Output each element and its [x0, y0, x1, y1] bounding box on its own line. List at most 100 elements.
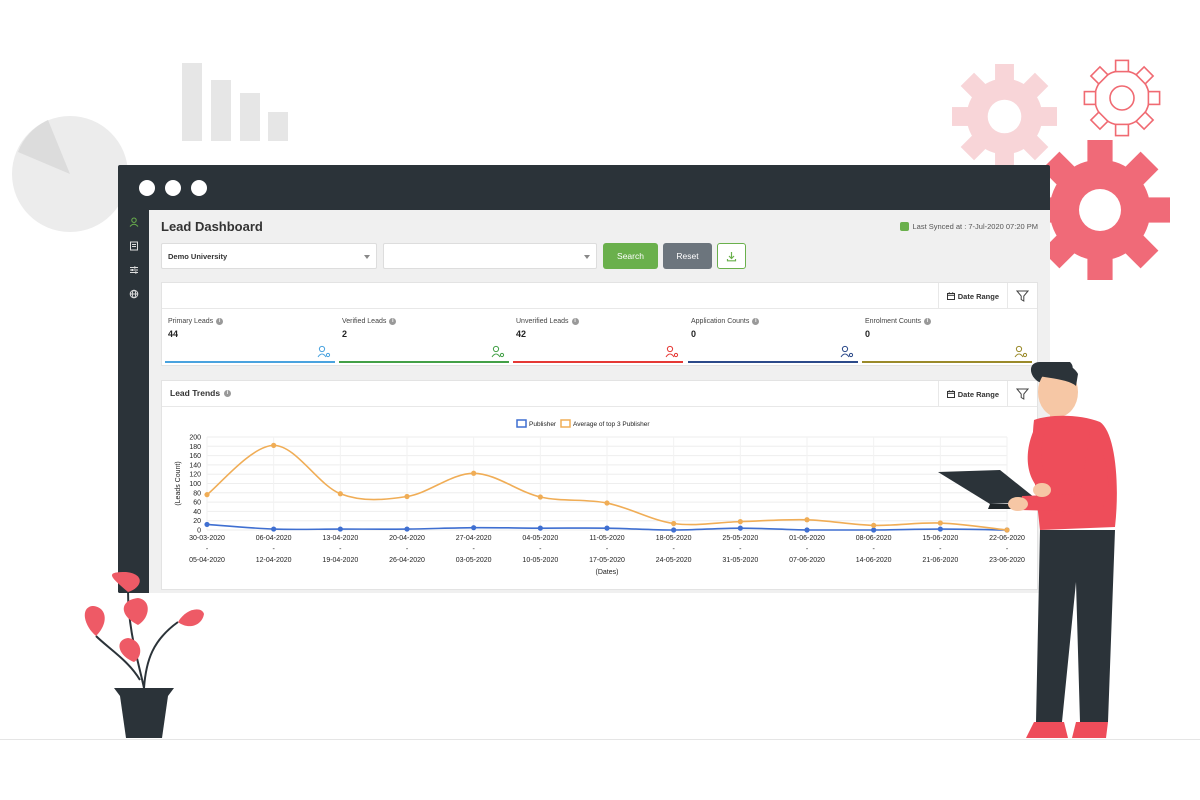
- download-button[interactable]: [717, 243, 746, 269]
- x-tick-label: 01-06-2020: [789, 535, 825, 542]
- info-icon[interactable]: i: [389, 318, 397, 325]
- info-icon[interactable]: i: [216, 318, 224, 325]
- x-tick-label: 03-05-2020: [456, 557, 492, 564]
- data-point: [737, 525, 743, 531]
- document-icon: [840, 345, 854, 358]
- person-illustration: [938, 362, 1117, 738]
- window-dot[interactable]: [139, 180, 155, 196]
- window-dot[interactable]: [191, 180, 207, 196]
- data-point: [871, 522, 877, 528]
- y-tick-label: 60: [193, 500, 201, 507]
- stat-label-text: Verified Leads: [342, 318, 387, 325]
- sidebar-item-reports[interactable]: [118, 234, 149, 258]
- sliders-icon: [129, 266, 138, 274]
- stat-label-text: Enrolment Counts: [865, 318, 922, 325]
- filter-button[interactable]: [1007, 283, 1037, 309]
- stat-label: Verified Leads i: [342, 318, 397, 325]
- document-check-icon: [1014, 345, 1028, 358]
- y-tick-label: 100: [189, 481, 201, 488]
- download-icon: [726, 251, 737, 261]
- date-range-label: Date Range: [957, 291, 999, 301]
- users-icon: [317, 345, 331, 358]
- stat-underline: [513, 361, 683, 363]
- x-tick-label: -: [672, 546, 675, 553]
- sidebar-item-settings[interactable]: [118, 258, 149, 282]
- secondary-select[interactable]: [383, 243, 597, 269]
- reset-button[interactable]: Reset: [663, 243, 712, 269]
- lead-trends-panel: Lead Trends i Date Range 0 20 40 60 80 100 120…: [161, 380, 1038, 590]
- stat-label-text: Application Counts: [691, 318, 750, 325]
- x-tick-label: 20-04-2020: [389, 535, 425, 542]
- stat-card[interactable]: Enrolment Counts i 0: [862, 309, 1032, 363]
- y-axis-title: (Leads Count): [175, 461, 182, 505]
- stat-card[interactable]: Application Counts i 0: [688, 309, 858, 363]
- user-check-icon: [491, 345, 505, 358]
- x-tick-label: 10-05-2020: [522, 557, 558, 564]
- data-point: [337, 526, 343, 532]
- y-tick-label: 200: [189, 435, 201, 442]
- summary-panel: Date Range Primary Leads i 44 Verified Lead…: [161, 282, 1038, 366]
- stat-value: 0: [691, 329, 697, 339]
- data-point: [871, 527, 877, 533]
- university-select-value: Demo University: [168, 252, 228, 261]
- x-tick-label: -: [472, 546, 475, 553]
- chevron-down-icon: [364, 255, 370, 259]
- summary-panel-header: Date Range: [162, 283, 1037, 309]
- data-point: [737, 519, 743, 525]
- x-tick-label: 11-05-2020: [589, 535, 624, 542]
- x-axis-title: (Dates): [596, 569, 619, 576]
- info-icon[interactable]: i: [924, 318, 932, 325]
- stat-label-text: Unverified Leads: [516, 318, 569, 325]
- data-point: [804, 517, 810, 523]
- last-synced-text: Last Synced at : 7-Jul-2020 07:20 PM: [912, 222, 1039, 231]
- x-tick-label: 13-04-2020: [322, 535, 358, 542]
- calendar-icon: [946, 292, 955, 300]
- sidebar: [118, 210, 149, 593]
- stat-value: 0: [865, 329, 871, 339]
- x-tick-label: 19-04-2020: [322, 557, 358, 564]
- y-tick-label: 120: [189, 472, 201, 479]
- x-tick-label: -: [539, 546, 542, 553]
- stat-card[interactable]: Unverified Leads i 42: [513, 309, 683, 363]
- legend-label: Publisher: [529, 421, 557, 428]
- x-tick-label: 04-05-2020: [522, 535, 558, 542]
- page-title: Lead Dashboard: [161, 219, 263, 234]
- legend-swatch: [560, 419, 571, 428]
- info-icon[interactable]: i: [224, 389, 232, 397]
- x-tick-label: 27-04-2020: [456, 535, 492, 542]
- window-dot[interactable]: [165, 180, 181, 196]
- info-icon[interactable]: i: [571, 318, 579, 325]
- stat-label-text: Primary Leads: [168, 318, 214, 325]
- sidebar-item-globe[interactable]: [118, 282, 149, 306]
- stat-card[interactable]: Primary Leads i 44: [165, 309, 335, 363]
- x-tick-label: -: [272, 546, 275, 553]
- stat-card[interactable]: Verified Leads i 2: [339, 309, 509, 363]
- data-point: [671, 527, 677, 533]
- university-select[interactable]: Demo University: [161, 243, 377, 269]
- stat-value: 42: [516, 329, 527, 339]
- bar-chart-illustration: [182, 63, 288, 141]
- gear-outline-icon: [1083, 59, 1161, 137]
- x-tick-label: -: [606, 546, 609, 553]
- app-window: Lead Dashboard Last Synced at : 7-Jul-20…: [118, 165, 1050, 593]
- data-point: [604, 500, 610, 506]
- y-tick-label: 40: [193, 509, 201, 516]
- sidebar-item-user[interactable]: [118, 210, 149, 234]
- data-point: [404, 526, 410, 532]
- stat-label: Enrolment Counts i: [865, 318, 932, 325]
- x-tick-label: 07-06-2020: [789, 557, 825, 564]
- info-icon[interactable]: i: [752, 318, 760, 325]
- date-range-button[interactable]: Date Range: [937, 283, 1007, 309]
- x-tick-label: 06-04-2020: [256, 535, 292, 542]
- data-point: [471, 525, 477, 531]
- data-point: [404, 493, 410, 500]
- data-point: [271, 526, 277, 532]
- data-point: [271, 442, 277, 448]
- search-button[interactable]: Search: [603, 243, 658, 269]
- x-tick-label: 17-05-2020: [589, 557, 625, 564]
- y-tick-label: 140: [189, 462, 201, 469]
- user-x-icon: [665, 345, 679, 358]
- stat-label: Unverified Leads i: [516, 318, 579, 325]
- pie-chart-illustration: [12, 116, 128, 232]
- stage: Lead Dashboard Last Synced at : 7-Jul-20…: [0, 0, 1200, 800]
